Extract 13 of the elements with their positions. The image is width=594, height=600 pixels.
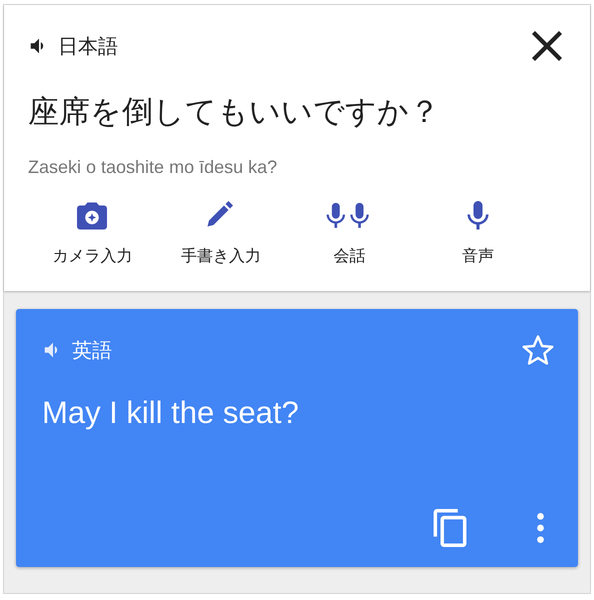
input-mode-button[interactable]: 会話: [285, 198, 414, 267]
copy-icon[interactable]: [433, 509, 467, 547]
input-mode-button[interactable]: 手書き入力: [156, 198, 285, 267]
romanization-text: Zaseki o taoshite mo īdesu ka?: [28, 157, 278, 178]
input-mode-button[interactable]: カメラ入力: [28, 198, 156, 267]
translation-text: May I kill the seat?: [42, 395, 300, 431]
input-mode-button[interactable]: 音声: [414, 198, 542, 267]
source-text: 座席を倒してもいいですか？: [28, 93, 441, 131]
star-icon[interactable]: [522, 335, 554, 365]
close-icon[interactable]: [532, 31, 562, 61]
source-language[interactable]: 日本語: [58, 32, 118, 60]
target-language[interactable]: 英語: [72, 336, 112, 364]
more-icon[interactable]: [537, 513, 544, 543]
